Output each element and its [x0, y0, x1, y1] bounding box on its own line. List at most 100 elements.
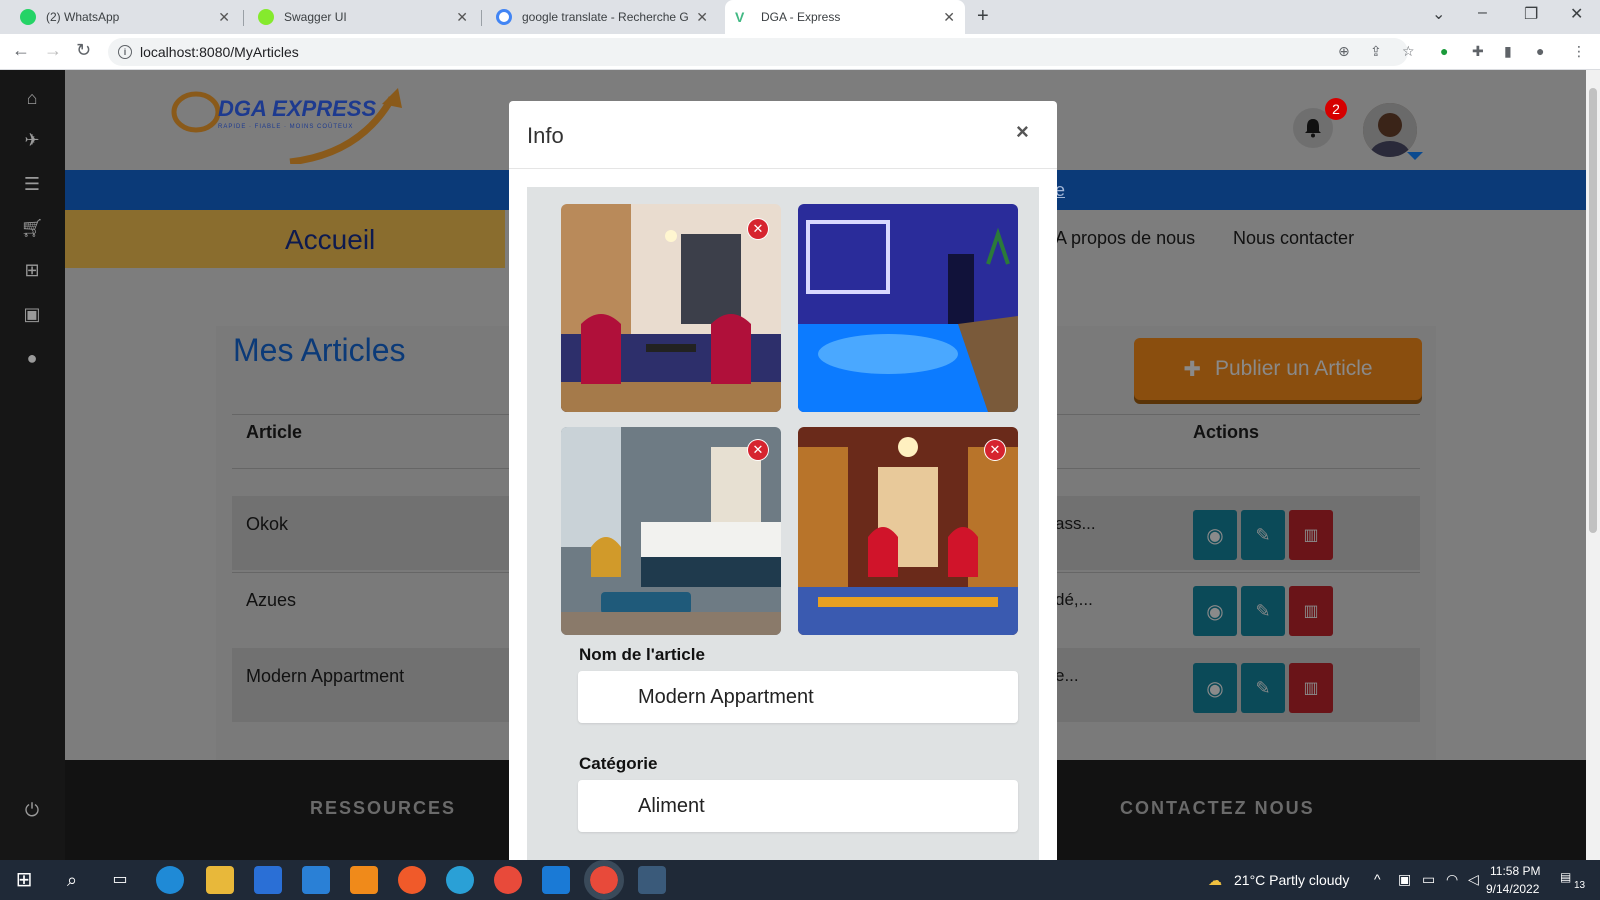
edge-icon[interactable]	[156, 866, 184, 894]
mail-icon[interactable]	[302, 866, 330, 894]
scrollbar-thumb[interactable]	[1589, 88, 1597, 533]
delete-button[interactable]: ▥	[1289, 663, 1333, 713]
google-icon	[496, 9, 512, 25]
search-icon[interactable]: ⌕	[58, 866, 86, 894]
extension-globe-icon[interactable]: ●	[1440, 43, 1448, 59]
task-view-icon[interactable]: ▭	[106, 866, 134, 894]
chat-icon[interactable]: ●	[20, 348, 44, 372]
extensions-puzzle-icon[interactable]: ✚	[1472, 43, 1484, 60]
reload-button[interactable]: ↻	[76, 40, 91, 61]
browser-toolbar: ← → ↻ i localhost:8080/MyArticles ⊕ ⇪ ☆ …	[0, 34, 1600, 70]
tab-whatsapp[interactable]: (2) WhatsApp ✕	[10, 0, 240, 34]
row-article-desc: dé,...	[1055, 590, 1093, 609]
publish-article-button[interactable]: ✚ Publier un Article	[1134, 338, 1422, 400]
article-name-label: Nom de l'article	[579, 645, 705, 664]
edit-button[interactable]: ✎	[1241, 586, 1285, 636]
back-button[interactable]: ←	[12, 40, 30, 61]
chrome-active-icon[interactable]	[584, 860, 624, 900]
category-field[interactable]: Aliment	[578, 780, 1018, 832]
address-bar[interactable]: i localhost:8080/MyArticles	[108, 38, 1408, 66]
view-button[interactable]: ◉	[1193, 663, 1237, 713]
eye-icon: ◉	[1206, 600, 1224, 623]
delete-button[interactable]: ▥	[1289, 586, 1333, 636]
tab-google-translate[interactable]: google translate - Recherche Goo ✕	[486, 0, 718, 34]
menu-kebab-icon[interactable]: ⋮	[1572, 43, 1586, 60]
row-article-name: Modern Appartment	[246, 666, 405, 686]
remove-photo-button[interactable]: ✕	[984, 439, 1006, 461]
home-icon[interactable]: ⌂	[20, 88, 44, 112]
nav-item-accueil[interactable]: Accueil	[65, 210, 505, 268]
list-icon[interactable]: ☰	[20, 174, 44, 198]
file-explorer-icon[interactable]	[206, 866, 234, 894]
close-window-button[interactable]: ✕	[1570, 4, 1583, 24]
article-name-field[interactable]: Modern Appartment	[578, 671, 1018, 723]
power-icon[interactable]: ⏻	[20, 800, 44, 824]
avatar[interactable]	[1363, 103, 1417, 157]
trash-icon: ▥	[1303, 680, 1319, 697]
profile-icon[interactable]: ●	[1536, 43, 1544, 59]
nav-accueil-label: Accueil	[285, 224, 376, 255]
delete-button[interactable]: ▥	[1289, 510, 1333, 560]
cart-plus-icon[interactable]: ⊞	[20, 260, 44, 284]
category-label: Catégorie	[579, 754, 658, 773]
clock-date[interactable]: 9/14/2022	[1486, 882, 1539, 896]
chevron-down-icon[interactable]	[1407, 152, 1423, 160]
remove-photo-button[interactable]: ✕	[747, 218, 769, 240]
tray-apps-icon[interactable]: ▣	[1398, 871, 1411, 888]
windows-start-icon[interactable]: ⊞	[10, 866, 38, 894]
avatar-image	[1363, 103, 1417, 157]
restore-button[interactable]: ❐	[1524, 4, 1538, 24]
tab-search-icon[interactable]: ⌄	[1432, 4, 1445, 24]
clock-time[interactable]: 11:58 PM	[1490, 864, 1540, 878]
close-icon[interactable]: ✕	[218, 9, 230, 26]
zoom-icon[interactable]: ⊕	[1338, 43, 1350, 60]
forward-button[interactable]: →	[44, 40, 62, 61]
share-icon[interactable]: ⇪	[1370, 43, 1382, 60]
tray-chevron-icon[interactable]: ^	[1374, 871, 1381, 887]
nav-item-contact[interactable]: Nous contacter	[1233, 228, 1354, 249]
vlc-icon[interactable]	[350, 866, 378, 894]
modal-close-button[interactable]: ×	[1016, 119, 1029, 145]
notification-count: 13	[1574, 880, 1586, 891]
edit-button[interactable]: ✎	[1241, 663, 1285, 713]
money-icon[interactable]: ▣	[20, 304, 44, 328]
swagger-icon	[258, 9, 274, 25]
page-scrollbar[interactable]	[1586, 70, 1600, 860]
cart-icon[interactable]: 🛒︎	[20, 218, 44, 242]
new-tab-button[interactable]: +	[977, 5, 989, 28]
bookmark-star-icon[interactable]: ☆	[1402, 43, 1415, 60]
vscode-icon[interactable]	[542, 866, 570, 894]
wifi-icon[interactable]: ◠	[1446, 871, 1458, 888]
logo-tagline: RAPIDE · FIABLE · MOINS COÛTEUX	[218, 124, 354, 130]
telegram-icon[interactable]	[446, 866, 474, 894]
close-icon[interactable]: ✕	[696, 9, 708, 26]
plane-icon[interactable]: ✈	[20, 130, 44, 154]
footer-contact-heading: CONTACTEZ NOUS	[1120, 798, 1315, 818]
eye-icon: ◉	[1206, 524, 1224, 547]
plus-icon: ✚	[1183, 357, 1201, 381]
notification-badge: 2	[1325, 98, 1347, 120]
bedroom-photo: ✕	[561, 427, 781, 635]
remove-photo-button[interactable]: ✕	[747, 439, 769, 461]
weather-text[interactable]: 21°C Partly cloudy	[1234, 872, 1349, 888]
postman-icon[interactable]	[398, 866, 426, 894]
close-icon[interactable]: ✕	[943, 9, 955, 26]
notification-center-icon[interactable]: ▤	[1560, 870, 1571, 884]
edit-button[interactable]: ✎	[1241, 510, 1285, 560]
info-icon[interactable]: i	[118, 45, 132, 59]
close-icon: ✕	[985, 440, 1005, 460]
calculator-icon[interactable]	[638, 866, 666, 894]
battery-icon[interactable]: ▭	[1422, 871, 1435, 888]
view-button[interactable]: ◉	[1193, 510, 1237, 560]
store-icon[interactable]	[254, 866, 282, 894]
volume-icon[interactable]: ◁	[1468, 871, 1479, 888]
dga-express-logo[interactable]: DGA EXPRESS RAPIDE · FIABLE · MOINS COÛT…	[170, 84, 410, 166]
tab-dga-express[interactable]: V DGA - Express ✕	[725, 0, 965, 34]
close-icon[interactable]: ✕	[456, 9, 468, 26]
tab-swagger[interactable]: Swagger UI ✕	[248, 0, 478, 34]
minimize-button[interactable]: –	[1478, 4, 1487, 22]
side-panel-icon[interactable]: ▮	[1504, 43, 1512, 60]
chrome-icon[interactable]	[494, 866, 522, 894]
nav-item-about[interactable]: A propos de nous	[1055, 228, 1195, 249]
view-button[interactable]: ◉	[1193, 586, 1237, 636]
